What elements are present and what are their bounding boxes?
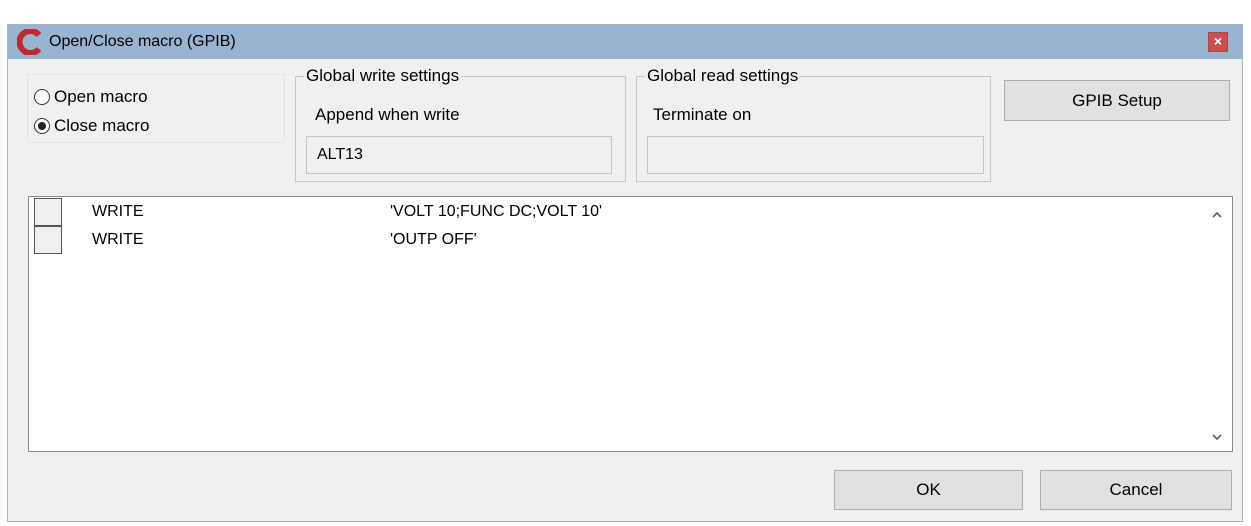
row-select-box[interactable] [34,198,62,226]
write-settings-legend: Global write settings [304,66,462,85]
read-settings-group: Global read settings Terminate on [636,67,991,182]
gpib-setup-button[interactable]: GPIB Setup [1004,80,1230,121]
write-settings-group: Global write settings Append when write … [295,67,626,182]
command-argument: 'OUTP OFF' [390,231,477,248]
close-macro-radio[interactable] [34,118,50,134]
command-row[interactable]: WRITE 'VOLT 10;FUNC DC;VOLT 10' [29,197,1209,226]
row-select-box[interactable] [34,226,62,254]
command-list[interactable]: WRITE 'VOLT 10;FUNC DC;VOLT 10' WRITE 'O… [28,196,1233,452]
read-settings-legend: Global read settings [645,66,801,85]
cancel-button[interactable]: Cancel [1040,470,1232,510]
scroll-up-icon[interactable] [1207,207,1227,223]
command-argument: 'VOLT 10;FUNC DC;VOLT 10' [390,203,603,220]
open-macro-radio[interactable] [34,89,50,105]
terminate-on-field[interactable] [647,136,984,174]
append-when-write-field[interactable]: ALT13 [306,136,612,174]
ok-button[interactable]: OK [834,470,1023,510]
command-row[interactable]: WRITE 'OUTP OFF' [29,225,1209,254]
command-name: WRITE [92,203,144,220]
window-title: Open/Close macro (GPIB) [49,33,236,50]
open-macro-option[interactable]: Open macro [34,87,148,107]
app-logo-icon [17,29,42,55]
scroll-down-icon[interactable] [1207,429,1227,445]
close-icon: × [1213,33,1223,49]
close-macro-label: Close macro [54,116,150,135]
append-when-write-label: Append when write [315,105,460,124]
open-macro-label: Open macro [54,87,148,106]
close-button[interactable]: × [1208,32,1228,52]
close-macro-option[interactable]: Close macro [34,116,149,136]
terminate-on-label: Terminate on [653,105,752,124]
command-name: WRITE [92,231,144,248]
